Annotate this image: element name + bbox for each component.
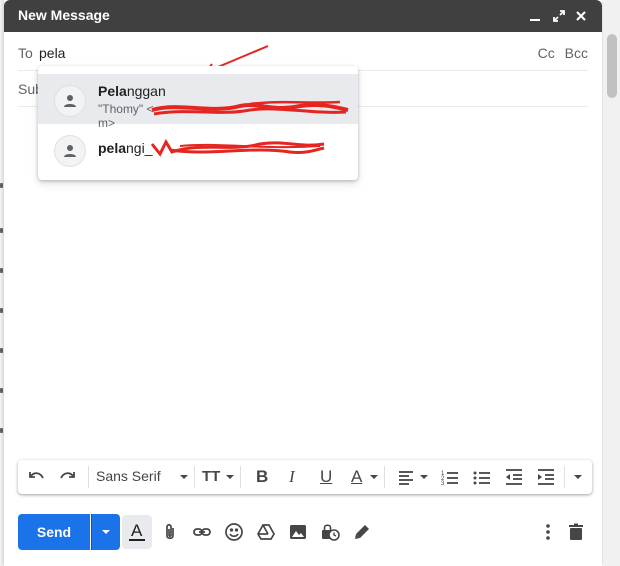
page-scrollbar[interactable] (604, 0, 620, 566)
svg-text:A: A (131, 521, 143, 540)
toolbar-divider (564, 466, 565, 488)
italic-button[interactable]: I (289, 467, 295, 487)
suggestion-name: pelangi_ (98, 140, 152, 156)
pen-icon[interactable] (352, 522, 372, 542)
suggestion-name: Pelanggan (98, 83, 166, 99)
bulleted-list-icon[interactable] (472, 467, 492, 487)
undo-icon[interactable] (26, 467, 46, 487)
redo-icon[interactable] (58, 467, 78, 487)
text-size-button[interactable]: TT (202, 468, 220, 485)
svg-text:3: 3 (441, 481, 445, 487)
drive-icon[interactable] (256, 522, 276, 542)
toolbar-divider (194, 466, 195, 488)
fullscreen-icon[interactable] (549, 6, 569, 26)
suggestion-name-rest: nggan (126, 83, 166, 99)
font-family-caret (180, 475, 188, 479)
person-icon (64, 145, 76, 157)
toolbar-divider (384, 466, 385, 488)
formatting-toolbar: Sans Serif TT B I U A 1 2 3 (18, 460, 592, 494)
compose-title-bar[interactable]: New Message (4, 0, 602, 32)
background-marker (0, 183, 3, 188)
minimize-icon[interactable] (525, 6, 545, 26)
avatar (54, 135, 86, 167)
toolbar-divider (240, 466, 241, 488)
send-options-button[interactable] (91, 514, 120, 550)
to-input[interactable]: pela (39, 45, 65, 61)
align-icon[interactable] (396, 467, 416, 487)
bcc-link[interactable]: Bcc (565, 45, 588, 61)
cc-link[interactable]: Cc (538, 45, 555, 61)
redaction-scribble (150, 138, 325, 157)
close-icon[interactable] (571, 6, 591, 26)
toolbar-divider (88, 466, 89, 488)
avatar (54, 85, 86, 117)
link-icon[interactable] (192, 522, 212, 542)
formatting-options-button[interactable]: A (122, 515, 152, 549)
to-label: To (18, 45, 33, 61)
compose-title: New Message (18, 7, 110, 23)
background-marker (0, 308, 3, 313)
underline-button[interactable]: U (320, 467, 332, 487)
indent-more-icon[interactable] (536, 467, 556, 487)
suggestion-name-match: pela (98, 140, 127, 156)
font-family-select[interactable]: Sans Serif (96, 468, 161, 484)
paperclip-icon[interactable] (160, 522, 180, 542)
more-vert-icon[interactable] (538, 522, 558, 542)
suggestion-name-rest: ngi_ (126, 140, 153, 156)
more-formatting-caret[interactable] (574, 475, 582, 479)
text-color-caret (370, 475, 378, 479)
compose-window: New Message To pela Cc Bcc Subject (4, 0, 602, 566)
background-marker (0, 388, 3, 393)
numbered-list-icon[interactable]: 1 2 3 (440, 467, 460, 487)
background-marker (0, 228, 3, 233)
background-marker (0, 428, 3, 433)
lock-clock-icon[interactable] (320, 522, 340, 542)
trash-icon[interactable] (566, 522, 586, 542)
bold-button[interactable]: B (256, 467, 268, 487)
background-marker (0, 268, 3, 273)
suggestion-name-match: Pela (98, 83, 127, 99)
suggestion-email-prefix: "Thomy" < (98, 102, 154, 116)
text-color-button[interactable]: A (351, 467, 362, 487)
background-marker (0, 348, 3, 353)
photo-icon[interactable] (288, 522, 308, 542)
autocomplete-dropdown: Pelanggan "Thomy" <m> pelangi_ (38, 66, 358, 180)
person-icon (64, 95, 76, 107)
align-caret (420, 475, 428, 479)
text-size-caret (226, 475, 234, 479)
send-button[interactable]: Send (18, 514, 90, 550)
emoji-icon[interactable] (224, 522, 244, 542)
cc-bcc-links: Cc Bcc (532, 45, 588, 61)
text-format-icon: A (129, 521, 145, 541)
scrollbar-thumb[interactable] (607, 34, 617, 98)
indent-less-icon[interactable] (504, 467, 524, 487)
chevron-down-icon (102, 530, 110, 534)
suggestion-item[interactable]: Pelanggan "Thomy" <m> (38, 74, 358, 130)
suggestion-item[interactable]: pelangi_ (38, 124, 358, 174)
